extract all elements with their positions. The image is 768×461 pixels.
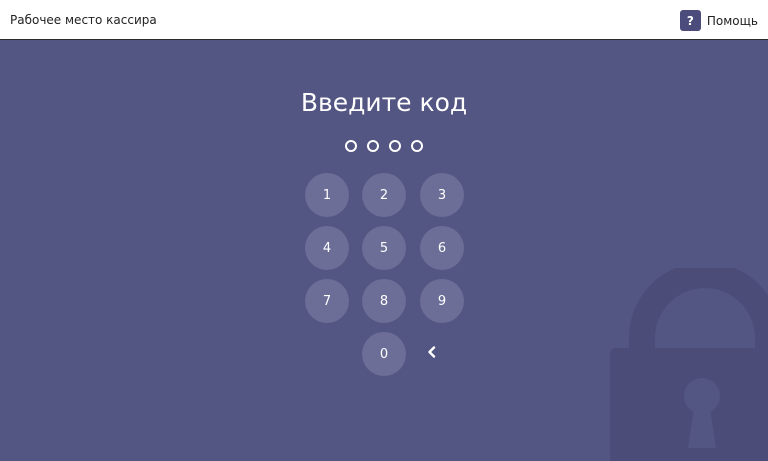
pin-entry-screen: Введите код 1 2 3 4 5 6 7 8 9 0 — [0, 40, 768, 461]
help-icon: ? — [679, 10, 701, 31]
key-4[interactable]: 4 — [305, 226, 349, 270]
key-0[interactable]: 0 — [362, 332, 406, 376]
top-bar: Рабочее место кассира ? Помощь — [0, 0, 768, 40]
pin-dot — [345, 140, 357, 152]
pin-indicator — [0, 140, 768, 152]
key-8[interactable]: 8 — [362, 279, 406, 323]
app-title: Рабочее место кассира — [10, 13, 157, 27]
key-5[interactable]: 5 — [362, 226, 406, 270]
page-title: Введите код — [300, 88, 468, 117]
pin-dot — [389, 140, 401, 152]
key-7[interactable]: 7 — [305, 279, 349, 323]
padlock-icon — [610, 268, 768, 461]
pin-dot — [367, 140, 379, 152]
key-2[interactable]: 2 — [362, 173, 406, 217]
chevron-left-icon — [428, 346, 436, 358]
keypad: 1 2 3 4 5 6 7 8 9 0 — [305, 173, 464, 376]
help-button[interactable]: ? Помощь — [679, 10, 758, 31]
key-6[interactable]: 6 — [420, 226, 464, 270]
pin-dot — [411, 140, 423, 152]
key-3[interactable]: 3 — [420, 173, 464, 217]
key-1[interactable]: 1 — [305, 173, 349, 217]
key-9[interactable]: 9 — [420, 279, 464, 323]
help-label: Помощь — [706, 13, 758, 28]
backspace-button[interactable] — [410, 330, 454, 374]
